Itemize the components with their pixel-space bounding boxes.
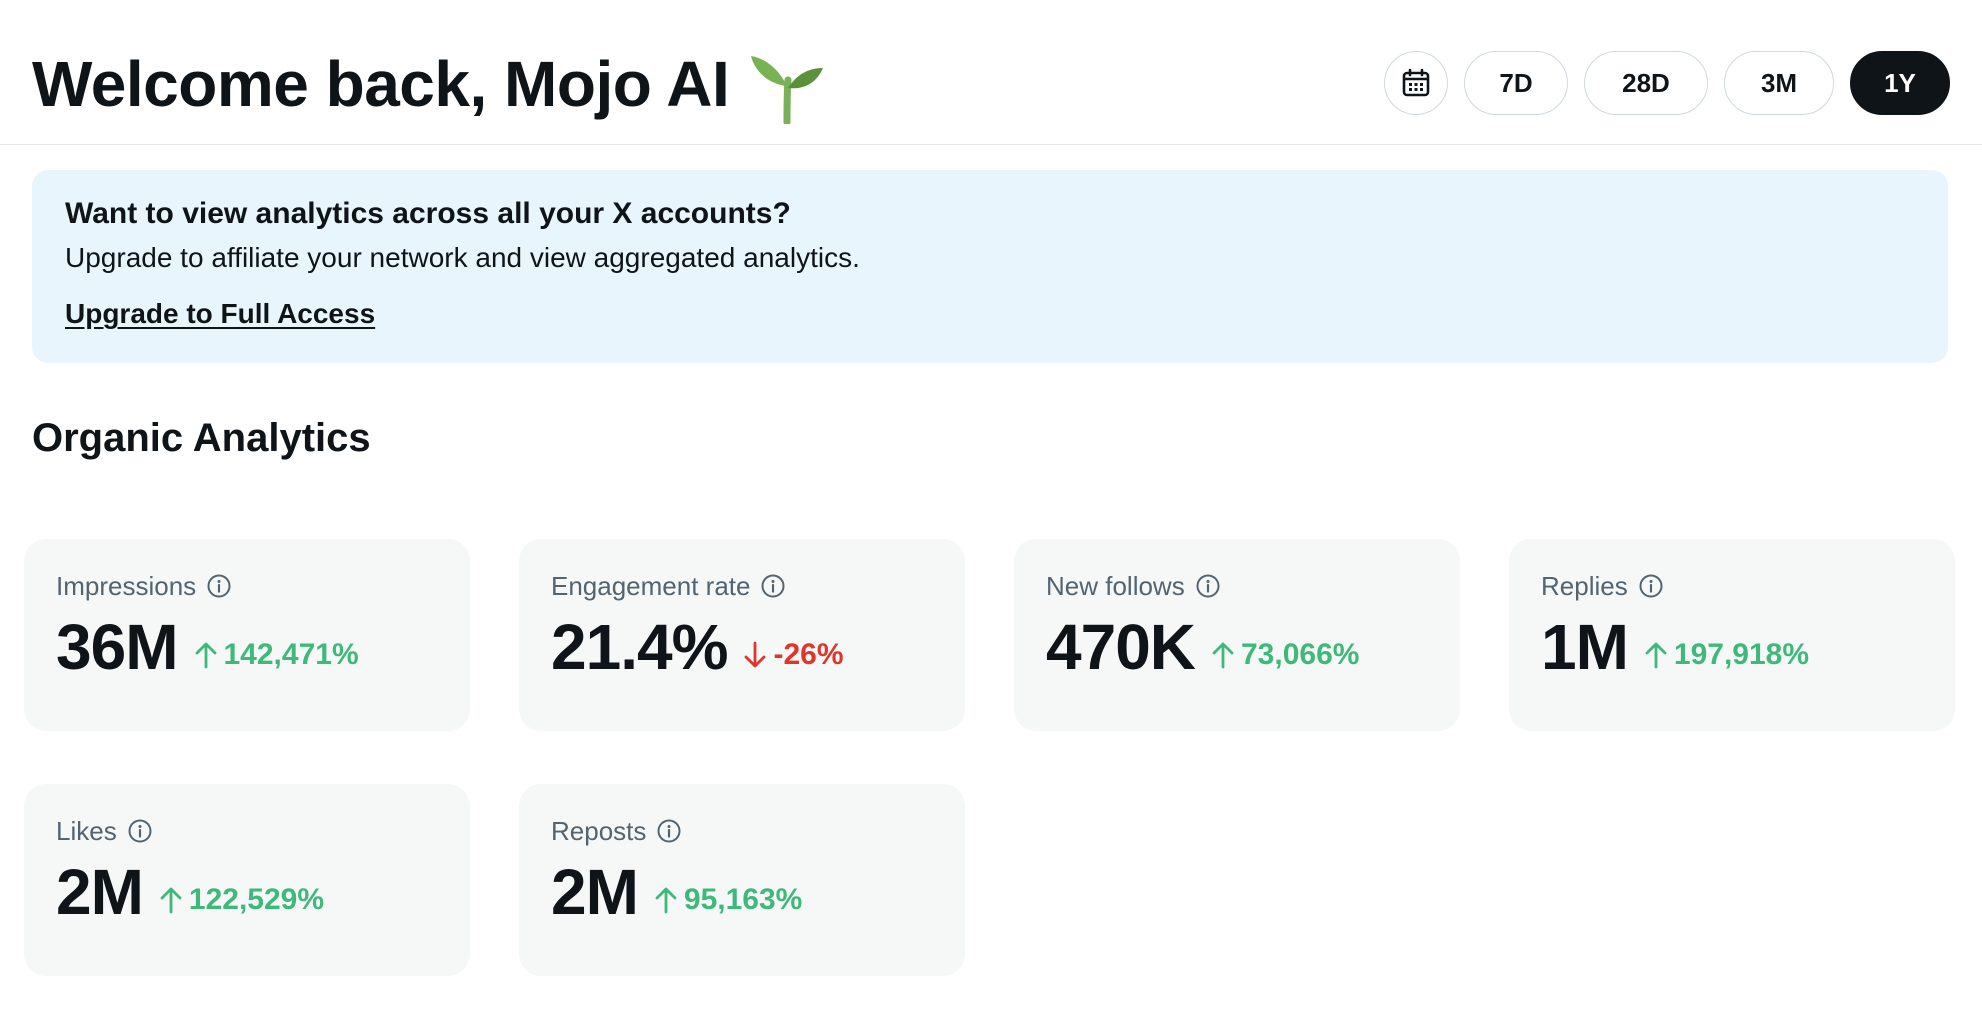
stat-delta: 197,918% [1644,638,1809,672]
range-3m-button[interactable]: 3M [1724,51,1834,115]
arrow-up-icon [160,887,182,914]
arrow-down-icon [745,641,766,668]
stat-delta-value: 95,163% [683,883,803,916]
welcome-heading: Welcome back, Mojo AI [32,44,827,124]
stat-delta-value: 142,471% [223,638,359,671]
info-icon[interactable] [1638,573,1664,599]
upgrade-link[interactable]: Upgrade to Full Access [65,298,375,330]
arrow-up-icon [1645,642,1667,669]
range-1y-button[interactable]: 1Y [1850,51,1950,115]
range-28d-button[interactable]: 28D [1584,51,1708,115]
info-icon[interactable] [127,818,153,844]
stat-value: 36M [56,611,178,683]
info-icon[interactable] [206,573,232,599]
stat-value: 2M [551,856,639,928]
range-7d-button[interactable]: 7D [1464,51,1568,115]
arrow-up-icon [195,642,216,669]
stat-label: Reposts [551,816,647,846]
stat-label: Replies [1541,571,1628,601]
stat-delta: 122,529% [159,883,324,917]
stat-label: Engagement rate [551,571,751,601]
stat-delta: -26% [743,638,844,672]
stat-value: 470K [1046,611,1196,683]
stat-card-impressions: Impressions 36M 142,471% [24,539,470,731]
page-title: Welcome back, Mojo AI [32,48,730,120]
stat-card-new-follows: New follows 470K 73,066% [1014,539,1460,731]
arrow-up-icon [655,887,677,914]
stat-label: Impressions [56,571,197,601]
calendar-icon [1402,68,1430,97]
seedling-icon [747,44,827,124]
stat-delta: 73,066% [1211,638,1359,672]
section-title: Organic Analytics [32,416,371,460]
info-icon[interactable] [1195,573,1221,599]
stat-card-likes: Likes 2M 122,529% [24,784,470,976]
upgrade-banner: Want to view analytics across all your X… [32,170,1948,363]
page-header: Welcome back, Mojo AI 7D 28D 3M 1Y [0,0,1982,145]
stat-delta-value: 73,066% [1241,638,1360,671]
date-range-selector: 7D 28D 3M 1Y [1384,51,1950,115]
stat-delta: 95,163% [654,883,802,917]
stat-label: Likes [56,816,117,846]
stat-value: 21.4% [551,611,728,683]
info-icon[interactable] [760,573,786,599]
analytics-page: Welcome back, Mojo AI 7D 28D 3M 1Y Want … [0,0,1982,1016]
stat-delta-value: 122,529% [188,883,325,916]
stat-delta: 142,471% [194,638,359,672]
stat-card-engagement-rate: Engagement rate 21.4% -26% [519,539,965,731]
banner-title: Want to view analytics across all your X… [65,197,791,230]
arrow-up-icon [1212,642,1234,669]
stat-card-reposts: Reposts 2M 95,163% [519,784,965,976]
calendar-button[interactable] [1384,51,1448,115]
info-icon[interactable] [656,818,682,844]
stat-delta-value: 197,918% [1673,638,1810,671]
stat-delta-value: -26% [773,638,844,671]
stat-label: New follows [1046,571,1185,601]
stat-card-replies: Replies 1M 197,918% [1509,539,1955,731]
stat-value: 2M [56,856,144,928]
banner-description: Upgrade to affiliate your network and vi… [65,242,860,273]
stat-value: 1M [1541,611,1629,683]
